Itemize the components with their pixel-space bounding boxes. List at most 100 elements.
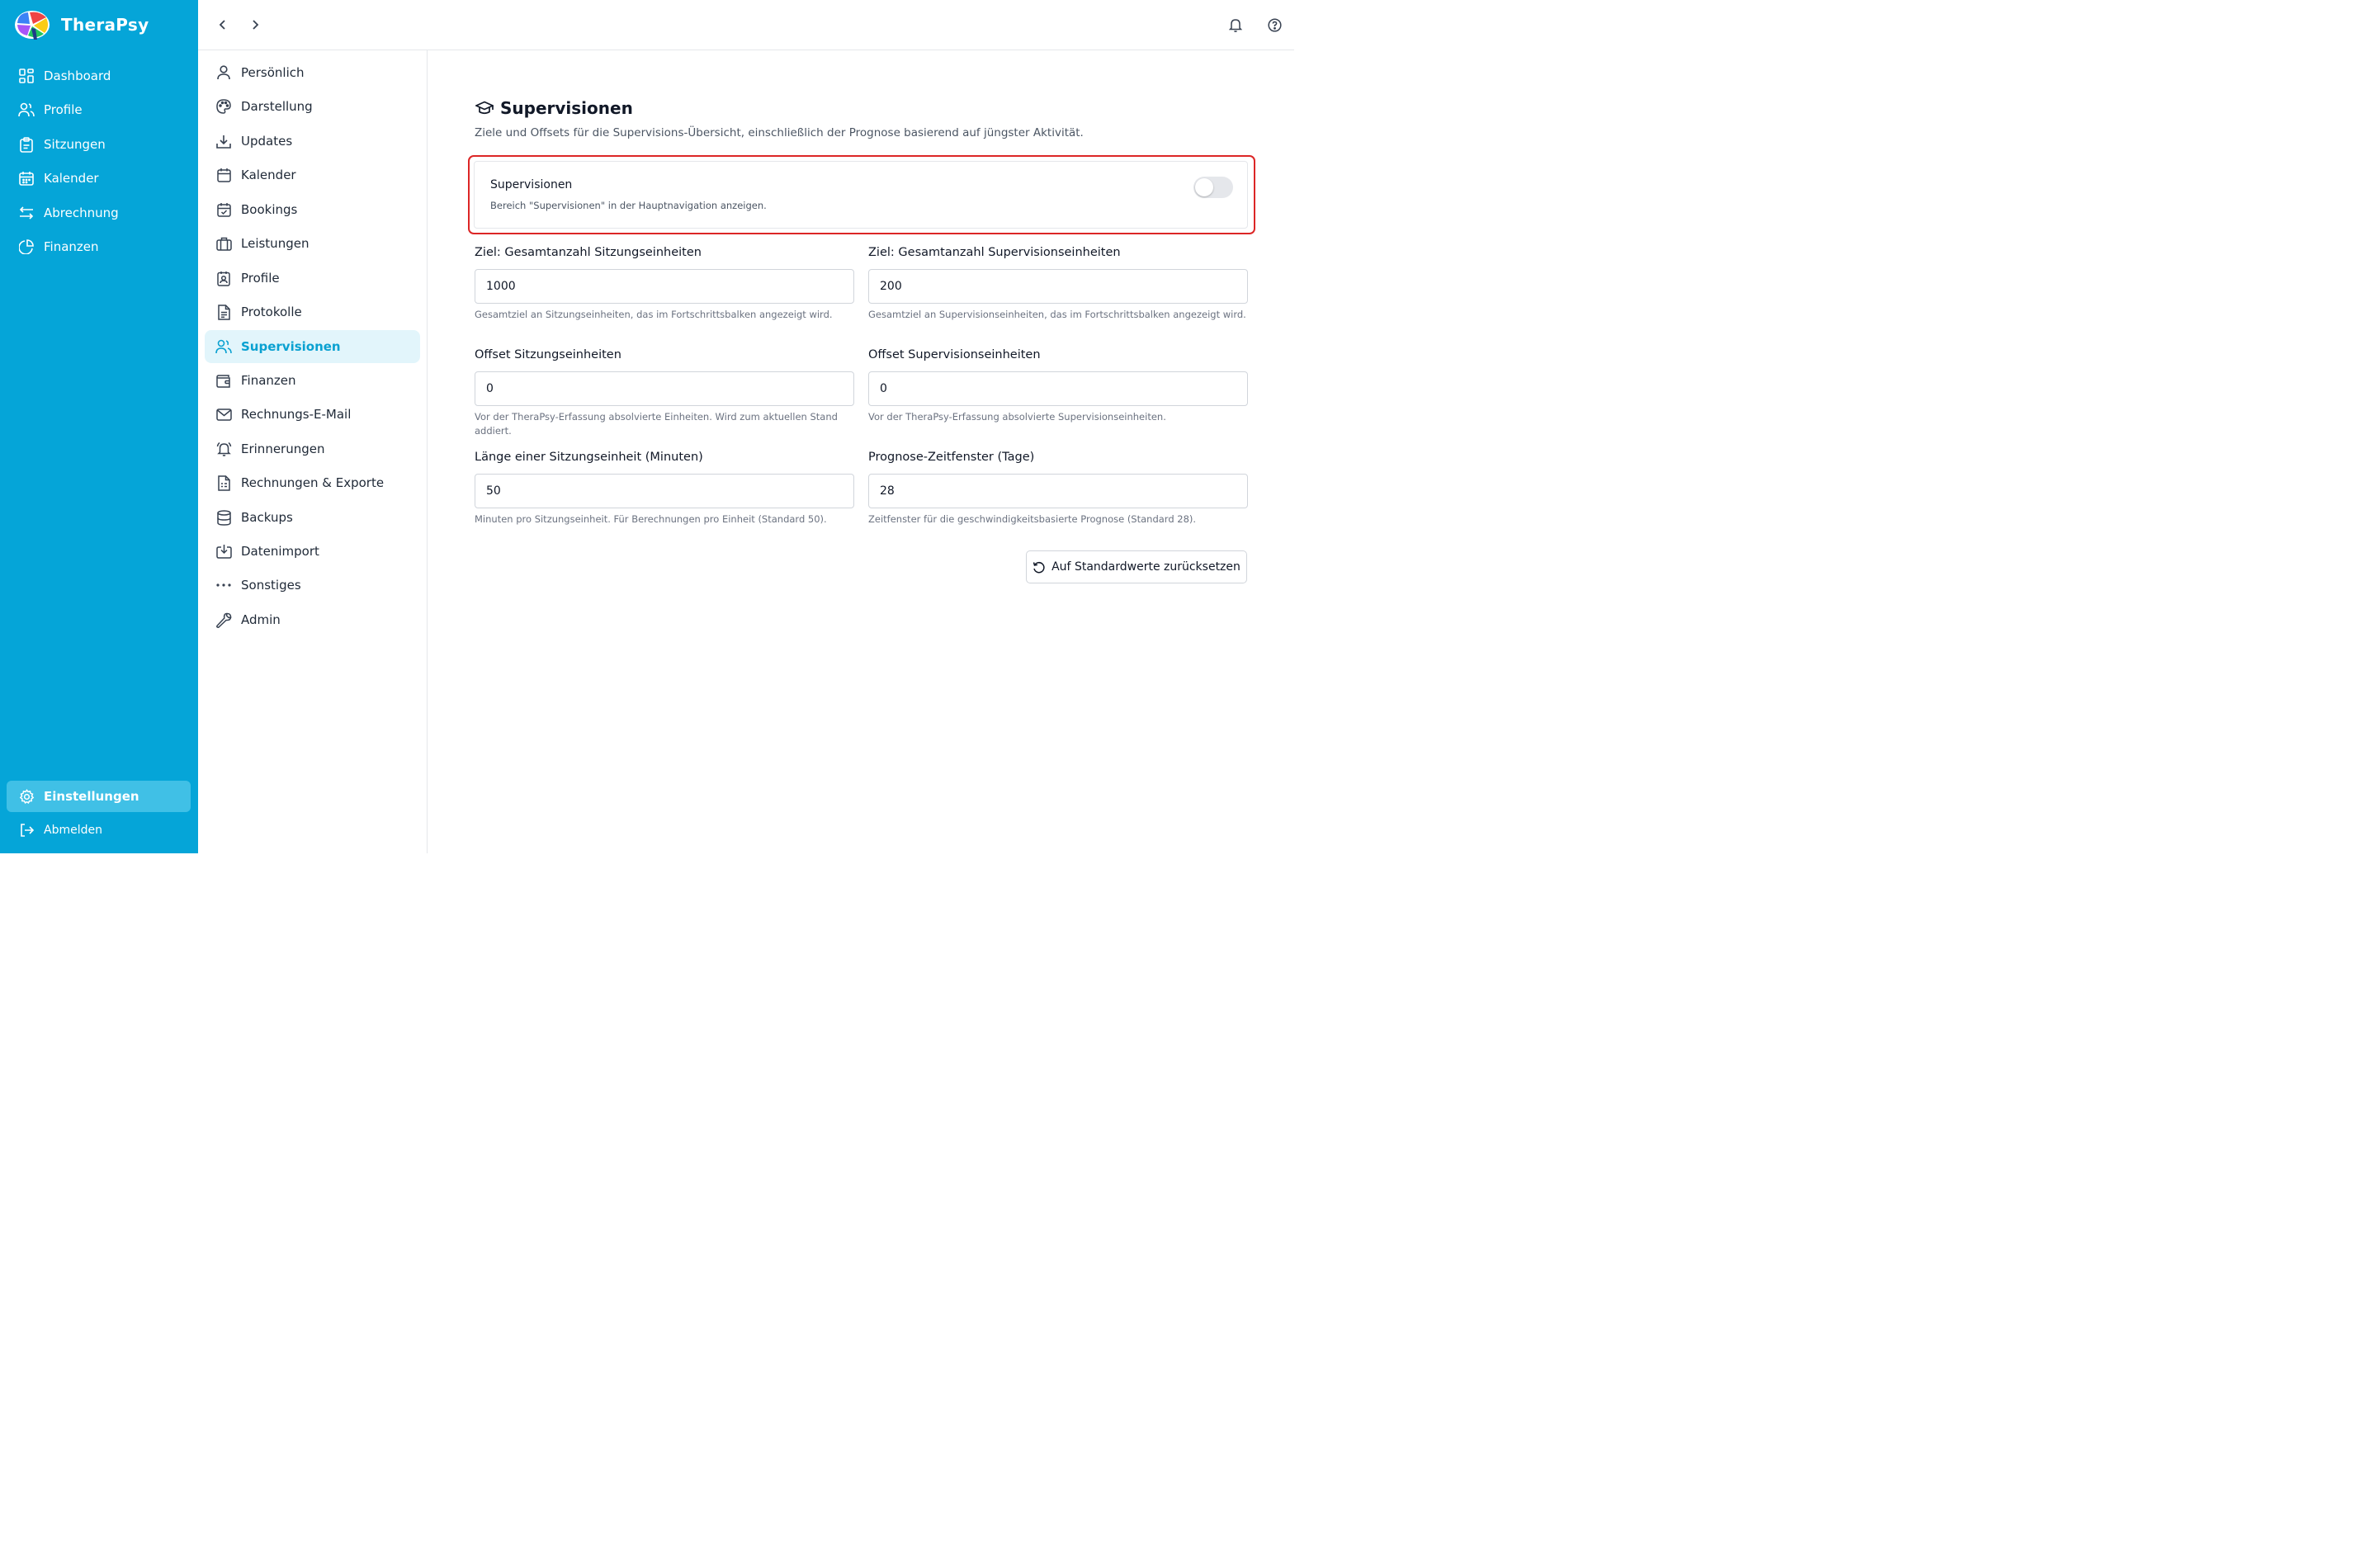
settings-item-supervisionen[interactable]: Supervisionen (205, 330, 420, 363)
pie-chart-icon (18, 239, 35, 255)
back-button[interactable] (215, 17, 231, 33)
nav-label: Profile (44, 102, 83, 117)
offset-sessions-input[interactable] (475, 371, 854, 406)
user-icon (215, 64, 232, 81)
settings-item-backups[interactable]: Backups (205, 501, 420, 534)
bell-icon (1229, 18, 1242, 32)
field-label: Ziel: Gesamtanzahl Sitzungseinheiten (475, 246, 702, 259)
arrows-exchange-icon (18, 205, 35, 221)
nav-item-sitzungen[interactable]: Sitzungen (7, 129, 191, 160)
import-icon (215, 543, 232, 560)
settings-item-updates[interactable]: Updates (205, 125, 420, 158)
settings-item-erinnerungen[interactable]: Erinnerungen (205, 432, 420, 465)
offset-supervision-input[interactable] (868, 371, 1248, 406)
field-label: Ziel: Gesamtanzahl Supervisionseinheiten (868, 246, 1121, 259)
supervision-toggle-card: Supervisionen Bereich "Supervisionen" in… (474, 161, 1248, 229)
chevron-left-icon (219, 20, 225, 30)
field-help: Gesamtziel an Sitzungseinheiten, das im … (475, 309, 833, 320)
logout-button[interactable]: Abmelden (7, 815, 191, 846)
supervision-nav-toggle[interactable] (1193, 177, 1233, 198)
brand-name: TheraPsy (61, 15, 149, 35)
calendar-icon (215, 167, 232, 183)
settings-item-darstellung[interactable]: Darstellung (205, 90, 420, 123)
settings-item-leistungen[interactable]: Leistungen (205, 227, 420, 260)
settings-item-label: Backups (241, 510, 293, 525)
settings-item-protokolle[interactable]: Protokolle (205, 295, 420, 328)
settings-item-label: Supervisionen (241, 339, 341, 354)
nav-label: Abmelden (44, 824, 102, 837)
session-length-input[interactable] (475, 474, 854, 508)
invoice-icon (215, 475, 232, 491)
toggle-label: Supervisionen (490, 178, 573, 191)
bell-ring-icon (215, 441, 232, 457)
target-sessions-field: Ziel: Gesamtanzahl Sitzungseinheiten Ges… (475, 246, 854, 322)
help-button[interactable] (1266, 17, 1283, 33)
document-icon (215, 304, 232, 320)
target-supervision-input[interactable] (868, 269, 1248, 304)
forecast-window-input[interactable] (868, 474, 1248, 508)
reset-defaults-button[interactable]: Auf Standardwerte zurücksetzen (1026, 550, 1247, 583)
nav-label: Kalender (44, 171, 99, 186)
field-help: Vor der TheraPsy-Erfassung absolvierte E… (475, 411, 838, 437)
nav-label: Abrechnung (44, 205, 119, 220)
nav-label: Finanzen (44, 239, 99, 254)
settings-item-label: Protokolle (241, 305, 302, 319)
settings-item-rechnungen-exporte[interactable]: Rechnungen & Exporte (205, 466, 420, 499)
offset-sessions-field: Offset Sitzungseinheiten Vor der TheraPs… (475, 348, 854, 438)
page-description: Ziele und Offsets für die Supervisions-Ü… (475, 126, 1084, 139)
logout-icon (18, 822, 35, 838)
more-icon (215, 577, 232, 593)
settings-item-bookings[interactable]: Bookings (205, 193, 420, 226)
settings-item-label: Rechnungs-E-Mail (241, 407, 352, 422)
target-sessions-input[interactable] (475, 269, 854, 304)
graduation-cap-icon (475, 101, 494, 115)
settings-item-datenimport[interactable]: Datenimport (205, 535, 420, 568)
nav-item-abrechnung[interactable]: Abrechnung (7, 197, 191, 229)
settings-item-label: Sonstiges (241, 578, 301, 593)
nav-item-dashboard[interactable]: Dashboard (7, 60, 191, 92)
settings-item-sonstiges[interactable]: Sonstiges (205, 569, 420, 602)
field-help: Minuten pro Sitzungseinheit. Für Berechn… (475, 513, 827, 525)
database-icon (215, 509, 232, 526)
toggle-help: Bereich "Supervisionen" in der Hauptnavi… (490, 200, 767, 211)
nav-item-finanzen[interactable]: Finanzen (7, 231, 191, 262)
users-icon (215, 338, 232, 355)
settings-item-label: Finanzen (241, 373, 296, 388)
gear-icon (18, 788, 35, 805)
settings-item-label: Bookings (241, 202, 298, 217)
forward-button[interactable] (247, 17, 263, 33)
settings-item-label: Admin (241, 612, 281, 627)
settings-item-label: Profile (241, 271, 280, 286)
calendar-icon (18, 170, 35, 187)
session-length-field: Länge einer Sitzungseinheit (Minuten) Mi… (475, 451, 854, 527)
field-label: Länge einer Sitzungseinheit (Minuten) (475, 451, 703, 464)
page-title-text: Supervisionen (500, 98, 633, 118)
palette-icon (215, 98, 232, 115)
settings-item-label: Persönlich (241, 65, 305, 80)
nav-label: Einstellungen (44, 789, 139, 804)
field-label: Offset Sitzungseinheiten (475, 348, 621, 361)
field-help: Vor der TheraPsy-Erfassung absolvierte S… (868, 411, 1166, 423)
app-sidebar: TheraPsy Dashboard Profile Sitzungen Kal… (0, 0, 198, 853)
calendar-check-icon (215, 201, 232, 218)
settings-item-rechnungs-email[interactable]: Rechnungs-E-Mail (205, 398, 420, 431)
clipboard-icon (18, 136, 35, 153)
notifications-button[interactable] (1227, 17, 1244, 33)
toggle-knob (1195, 178, 1213, 196)
rotate-ccw-icon (1033, 560, 1046, 574)
settings-item-persoenlich[interactable]: Persönlich (205, 56, 420, 89)
nav-item-profile[interactable]: Profile (7, 94, 191, 125)
brand[interactable]: TheraPsy (13, 8, 149, 41)
nav-item-kalender[interactable]: Kalender (7, 163, 191, 194)
settings-item-kalender[interactable]: Kalender (205, 158, 420, 191)
settings-item-label: Kalender (241, 168, 296, 182)
settings-item-admin[interactable]: Admin (205, 603, 420, 636)
chevron-right-icon (253, 20, 259, 30)
settings-item-label: Erinnerungen (241, 442, 325, 456)
forecast-window-field: Prognose-Zeitfenster (Tage) Zeitfenster … (868, 451, 1248, 527)
settings-item-label: Darstellung (241, 99, 313, 114)
dashboard-icon (18, 68, 35, 84)
nav-item-einstellungen[interactable]: Einstellungen (7, 781, 191, 812)
settings-item-profile[interactable]: Profile (205, 262, 420, 295)
settings-item-finanzen[interactable]: Finanzen (205, 364, 420, 397)
